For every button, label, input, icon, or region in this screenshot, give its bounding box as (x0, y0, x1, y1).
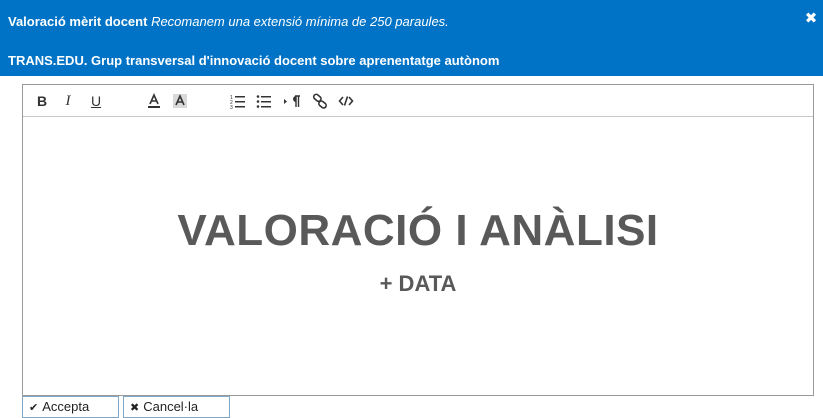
source-code-button[interactable] (337, 91, 355, 111)
content-subheading: + DATA (379, 271, 457, 296)
rich-text-editor[interactable]: B I U 1 2 3 VALORACIÓ I ANÀLISI + DATA (22, 84, 814, 396)
cancel-label: Cancel·la (143, 399, 199, 414)
link-icon (312, 93, 327, 109)
font-color-icon (148, 93, 160, 108)
italic-button[interactable]: I (59, 91, 77, 111)
content-heading: VALORACIÓ I ANÀLISI (177, 206, 659, 255)
close-icon[interactable]: ✖ (803, 10, 819, 28)
unordered-list-button[interactable] (255, 91, 273, 111)
highlight-icon (173, 94, 187, 108)
dialog-subtitle: TRANS.EDU. Grup transversal d'innovació … (8, 53, 500, 68)
dialog-title-note: Recomanem una extensió mínima de 250 par… (151, 14, 449, 29)
bold-button[interactable]: B (33, 91, 51, 111)
font-color-button[interactable] (145, 91, 163, 111)
ordered-list-button[interactable]: 1 2 3 (229, 91, 247, 111)
check-icon: ✔ (29, 402, 39, 414)
paragraph-icon (284, 95, 300, 107)
dialog-header: Valoració mèrit docent Recomanem una ext… (0, 0, 823, 76)
ordered-list-icon: 1 2 3 (230, 95, 245, 109)
dialog-title: Valoració mèrit docent Recomanem una ext… (8, 14, 449, 29)
unordered-list-icon (256, 95, 271, 108)
editor-toolbar: B I U 1 2 3 (23, 85, 813, 117)
accept-label: Accepta (42, 399, 90, 414)
svg-text:3: 3 (230, 105, 233, 109)
highlight-button[interactable] (171, 91, 189, 111)
accept-button[interactable]: ✔ Accepta (22, 396, 119, 418)
underline-button[interactable]: U (87, 91, 105, 111)
paragraph-button[interactable] (283, 91, 301, 111)
code-icon (338, 96, 354, 106)
link-button[interactable] (311, 91, 329, 111)
cancel-button[interactable]: ✖ Cancel·la (123, 396, 230, 418)
dialog-title-text: Valoració mèrit docent (8, 14, 148, 29)
close-icon: ✖ (130, 402, 140, 414)
editor-content[interactable]: VALORACIÓ I ANÀLISI + DATA (23, 118, 813, 395)
